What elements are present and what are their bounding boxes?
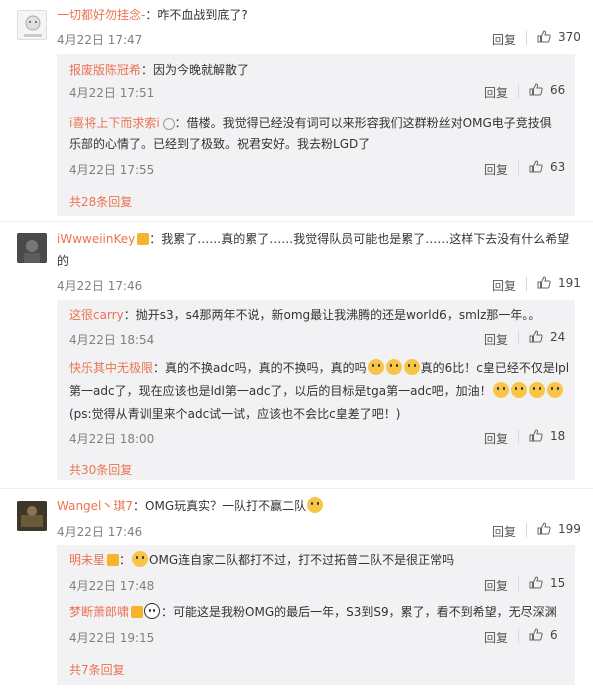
thumbs-up-icon [529,628,543,641]
thumbs-up-icon [537,522,551,535]
timestamp: 4月22日 18:00 [69,432,155,446]
username[interactable]: iWwweiinKey [57,232,135,246]
reply-button[interactable]: 回复 [484,577,508,594]
username[interactable]: 快乐其中无极限 [69,361,153,375]
like-button[interactable]: 191 [537,276,581,290]
username[interactable]: 梦断萧郎啸 [69,605,129,619]
reply-button[interactable]: 回复 [484,629,508,646]
like-button[interactable]: 24 [529,330,565,344]
like-count: 63 [550,160,566,174]
timestamp: 4月22日 19:15 [69,631,155,645]
like-count: 199 [558,522,581,536]
more-replies-link[interactable]: 共7条回复 [69,661,125,678]
member-badge-icon [107,554,120,566]
avatar[interactable] [17,501,47,531]
like-button[interactable]: 15 [529,576,565,590]
like-count: 370 [558,30,581,44]
like-count: 24 [550,330,566,344]
more-replies-link[interactable]: 共30条回复 [69,461,132,478]
divider [518,161,519,175]
username[interactable]: 这很carry [69,308,124,322]
reply-button[interactable]: 回复 [484,161,508,178]
like-count: 191 [558,276,581,290]
timestamp: 4月22日 17:46 [57,279,143,293]
thread-divider [0,221,593,222]
reply-text-continued: 乐部的心情了。已经到了极致。祝君安好。我去粉LGD了 [69,137,371,151]
reply-text: 报废版陈冠希：因为今晚就解散了 [69,63,250,77]
like-button[interactable]: 199 [537,522,581,536]
vip-icon [162,118,175,130]
member-badge-icon [131,606,144,618]
thumbs-up-icon [529,576,543,589]
reply-text: 明未星： OMG连自家二队都打不过，打不过拓普二队不是很正常吗 [69,551,455,567]
emoji-icon [367,359,384,375]
username[interactable]: i喜将上下而求索i [69,116,160,130]
like-button[interactable]: 370 [537,30,581,44]
divider [518,629,519,643]
reply-button[interactable]: 回复 [492,277,516,294]
emoji-icon [492,382,509,398]
divider [526,31,527,45]
timestamp: 4月22日 18:54 [69,333,155,347]
comment-text: iWwweiinKey ：我累了……真的累了……我觉得队员可能也是累了……这样下去… [57,232,570,246]
comment-text: 一切都好勿挂念-：咋不血战到底了? [57,8,248,22]
member-badge-icon [137,233,150,245]
reply-text: 快乐其中无极限：真的不换adc吗，真的不换吗，真的吗 真的6比！c皇已经不仅是lp… [69,359,570,375]
panda-icon [144,603,161,619]
timestamp: 4月22日 17:48 [69,579,155,593]
like-count: 15 [550,576,566,590]
reply-button[interactable]: 回复 [492,523,516,540]
emoji-icon [510,382,527,398]
divider [518,84,519,98]
emoji-icon [132,551,149,567]
reply-text: i喜将上下而求索i ：借楼。我觉得已经没有词可以来形容我们这群粉丝对OMG电子竞技… [69,116,552,130]
thumbs-up-icon [529,330,543,343]
comment-text: Wangel丶琪7：OMG玩真实？一队打不赢二队 [57,496,324,516]
reply-text: 梦断萧郎啸 ：可能这是我粉OMG的最后一年，S3到S9，累了，看不到希望，无尽深渊 [69,603,557,619]
username[interactable]: Wangel丶琪7 [57,499,133,513]
username[interactable]: 报废版陈冠希 [69,63,141,77]
like-button[interactable]: 66 [529,83,565,97]
like-count: 6 [550,628,558,642]
divider [526,523,527,537]
timestamp: 4月22日 17:47 [57,33,143,47]
timestamp: 4月22日 17:46 [57,525,143,539]
timestamp: 4月22日 17:55 [69,163,155,177]
reply-button[interactable]: 回复 [484,430,508,447]
reply-button[interactable]: 回复 [492,31,516,48]
reply-button[interactable]: 回复 [484,331,508,348]
thread-divider [0,488,593,489]
like-button[interactable]: 6 [529,628,558,642]
username[interactable]: 明未星 [69,553,105,567]
avatar[interactable] [17,233,47,263]
thumbs-up-icon [529,160,543,173]
thumbs-up-icon [529,83,543,96]
avatar[interactable] [17,10,47,40]
emoji-icon [546,382,563,398]
reply-text-continued: 第一adc了，现在应该也是ldl第一adc了，以后的目标是tga第一adc吧，加… [69,381,564,402]
like-count: 18 [550,429,566,443]
more-replies-link[interactable]: 共28条回复 [69,193,132,210]
like-count: 66 [550,83,566,97]
comment-text-continued: 的 [57,254,70,268]
reply-text: 这很carry：抛开s3，s4那两年不说，新omg最让我沸腾的还是world6，… [69,308,541,322]
reply-button[interactable]: 回复 [484,84,508,101]
thumbs-up-icon [537,30,551,43]
divider [526,277,527,291]
thumbs-up-icon [537,276,551,289]
timestamp: 4月22日 17:51 [69,86,155,100]
divider [518,331,519,345]
reply-text-continued: (ps:觉得从青训里来个adc试一试，应该也不会比c皇差了吧！) [69,407,401,421]
like-button[interactable]: 18 [529,429,565,443]
emoji-icon [307,497,324,513]
like-button[interactable]: 63 [529,160,565,174]
username[interactable]: 一切都好勿挂念- [57,8,145,22]
emoji-icon [528,382,545,398]
emoji-icon [385,359,402,375]
divider [518,430,519,444]
thumbs-up-icon [529,429,543,442]
emoji-icon [403,359,420,375]
divider [518,577,519,591]
